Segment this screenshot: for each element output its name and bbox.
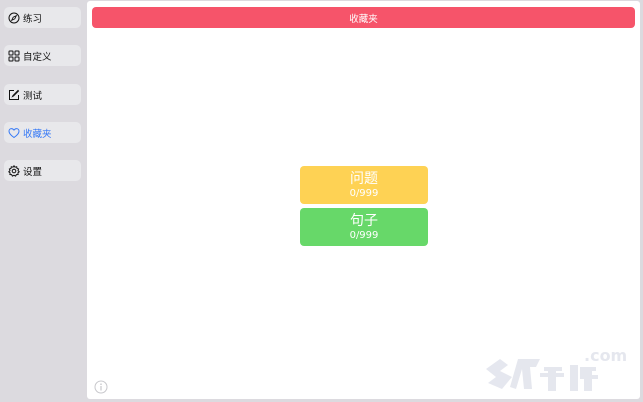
edit-icon	[8, 89, 20, 101]
card-count: 0/999	[349, 229, 379, 241]
main-panel: 收藏夹 问题 0/999 句子 0/999	[87, 1, 640, 399]
sidebar-item-label: 练习	[23, 13, 43, 25]
card-title: 句子	[350, 212, 378, 229]
sidebar-item-custom[interactable]: 自定义	[4, 45, 81, 66]
card-title: 问题	[350, 170, 378, 187]
gear-icon	[8, 164, 20, 177]
page-title: 收藏夹	[349, 13, 378, 25]
page-title-bar: 收藏夹	[92, 7, 635, 28]
svg-text:.com: .com	[584, 346, 627, 365]
sidebar-item-label: 设置	[23, 166, 43, 178]
sidebar-item-practice[interactable]: 练习	[4, 7, 81, 28]
sidebar-item-label: 收藏夹	[23, 128, 52, 140]
sentences-card[interactable]: 句子 0/999	[300, 208, 428, 246]
sidebar-item-label: 测试	[23, 90, 43, 102]
compass-icon	[8, 12, 20, 24]
watermark-logo: .com	[482, 345, 630, 401]
sidebar-item-favorites[interactable]: 收藏夹	[4, 122, 81, 143]
heart-icon	[8, 127, 20, 139]
card-count: 0/999	[349, 187, 379, 199]
sidebar-item-test[interactable]: 测试	[4, 84, 81, 105]
sidebar: 练习 自定义 测试 收藏夹 设置	[0, 0, 86, 402]
sidebar-item-settings[interactable]: 设置	[4, 160, 81, 181]
questions-card[interactable]: 问题 0/999	[300, 166, 428, 204]
app-window: 练习 自定义 测试 收藏夹 设置 收藏夹 问题 0/999 句子 0/999 .…	[0, 0, 643, 402]
grid-icon	[8, 50, 20, 62]
info-icon[interactable]	[94, 379, 108, 394]
sidebar-item-label: 自定义	[23, 51, 52, 63]
